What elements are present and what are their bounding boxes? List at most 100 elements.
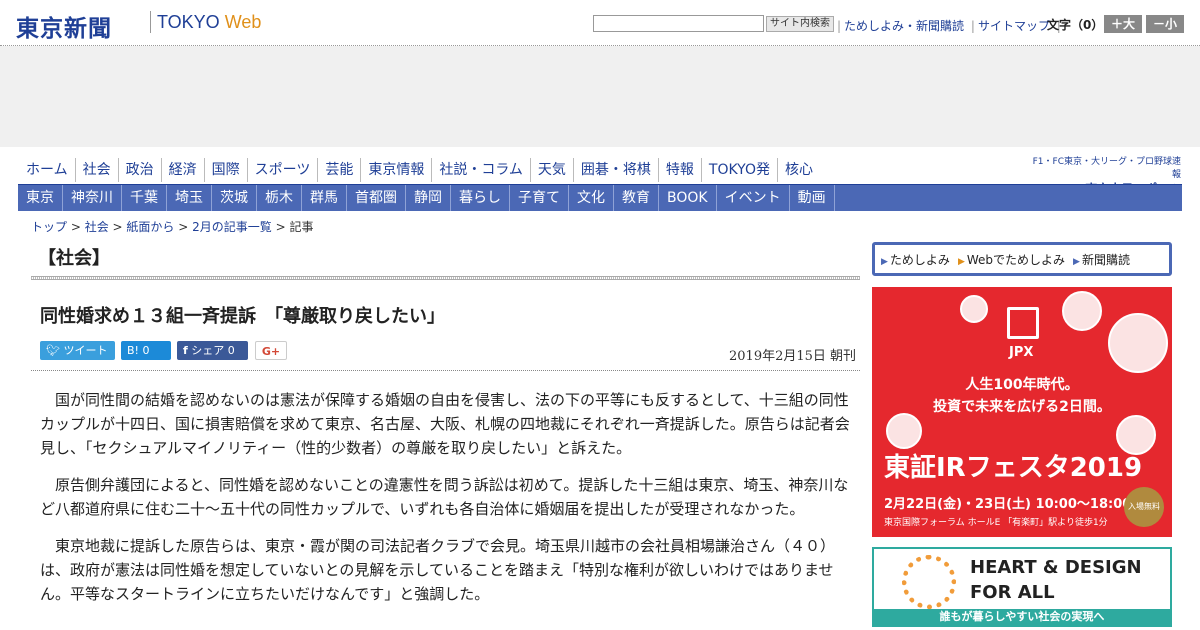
logo-tokyo-web[interactable]: TOKYO Web	[157, 12, 261, 33]
logo-en-accent: Web	[224, 12, 262, 32]
tweet-button[interactable]: 🐦︎ ツイート	[40, 341, 115, 360]
sitemap-link[interactable]: サイトマップ	[978, 19, 1050, 33]
google-plus-button[interactable]: G+	[255, 341, 287, 360]
nav-society[interactable]: 社会	[74, 158, 118, 182]
nav-economy[interactable]: 経済	[160, 158, 204, 182]
subscription-links: ▶ ためしよみ ▶ Webでためしよみ ▶ 新聞購読	[872, 242, 1172, 276]
jpx-brand: JPX	[1009, 345, 1034, 360]
web-trial-read-label: Webでためしよみ	[966, 252, 1066, 267]
ad-venue: 東京国際フォーラム ホールE 「有楽町」駅より徒歩1分	[884, 518, 1108, 528]
article-paragraph: 原告側弁護団によると、同性婚を認めないことの違憲性を問う訴訟は初めて。提訴した十…	[40, 476, 849, 518]
nav2-shutoken[interactable]: 首都圏	[347, 185, 406, 211]
nav2-event[interactable]: イベント	[717, 185, 790, 211]
hatena-bookmark-button[interactable]: B! 0	[121, 341, 171, 360]
nav-tokuho[interactable]: 特報	[657, 158, 701, 182]
ad-dates: 2月22日(金)・23日(土) 10:00～18:00	[884, 497, 1132, 512]
ad-person-photo	[886, 413, 922, 449]
free-entry-badge: 入場無料	[1124, 487, 1164, 527]
breadcrumb-sep: >	[271, 220, 290, 234]
top-ad-area	[0, 46, 1200, 147]
facebook-icon: f	[183, 344, 188, 357]
nav-kakushin[interactable]: 核心	[776, 158, 820, 182]
logo-tokyo-shimbun[interactable]: 東京新聞	[16, 9, 112, 43]
logo-en-main: TOKYO	[157, 12, 225, 32]
nav-tokyo-info[interactable]: 東京情報	[360, 158, 431, 182]
nav2-kurashi[interactable]: 暮らし	[451, 185, 510, 211]
twitter-bird-icon: 🐦︎	[46, 344, 60, 357]
jpx-ir-festa-ad[interactable]: JPX 人生100年時代。 投資で未来を広げる2日間。 東証IRフェスタ2019…	[872, 287, 1172, 537]
nav2-video[interactable]: 動画	[790, 185, 835, 211]
nav-international[interactable]: 国際	[203, 158, 247, 182]
heart-design-logo-icon	[902, 555, 956, 609]
subscribe-link[interactable]: ▶ 新聞購読	[1073, 251, 1130, 268]
nav-sports[interactable]: スポーツ	[246, 158, 318, 182]
article-paragraph: 国が同性間の結婚を認めないのは憲法が保障する婚姻の自由を侵害し、法の下の平等にも…	[40, 391, 850, 457]
breadcrumb-top[interactable]: トップ	[31, 220, 67, 234]
font-larger-button[interactable]: ＋大	[1104, 15, 1142, 33]
nav2-shizuoka[interactable]: 静岡	[406, 185, 451, 211]
nav2-book[interactable]: BOOK	[659, 185, 717, 211]
nav-weather[interactable]: 天気	[529, 158, 573, 182]
trial-read-label: ためしよみ	[889, 252, 950, 267]
heart-design-line3: 誰もが暮らしやすい社会の実現へ	[874, 609, 1170, 625]
article-body: 国が同性間の結婚を認めないのは憲法が保障する婚姻の自由を侵害し、法の下の平等にも…	[40, 388, 850, 619]
heart-design-ad[interactable]: HEART & DESIGN FOR ALL 誰もが暮らしやすい社会の実現へ	[872, 547, 1172, 627]
logo-divider	[150, 11, 151, 33]
section-title: 【社会】	[38, 248, 110, 269]
breadcrumb-sep: >	[108, 220, 127, 234]
font-size-label: 文字（0）	[1047, 18, 1104, 32]
breadcrumb-society[interactable]: 社会	[85, 220, 109, 234]
tweet-label: ツイート	[63, 344, 108, 357]
ad-tagline-2: 投資で未来を広げる2日間。	[933, 399, 1111, 415]
primary-nav: ホーム 社会 政治 経済 国際 スポーツ 芸能 東京情報 社説・コラム 天気 囲…	[18, 158, 820, 182]
nav-go-shogi[interactable]: 囲碁・将棋	[572, 158, 658, 182]
nav2-ibaraki[interactable]: 茨城	[212, 185, 257, 211]
trial-subscribe-link[interactable]: ためしよみ・新聞購読	[844, 19, 964, 33]
web-trial-read-link[interactable]: ▶ Webでためしよみ	[958, 251, 1065, 268]
breadcrumb-current: 記事	[289, 220, 314, 234]
nav2-chiba[interactable]: 千葉	[122, 185, 167, 211]
link-separator: |	[970, 19, 975, 33]
ad-title: 東証IRフェスタ2019	[884, 453, 1143, 483]
arrow-right-icon: ▶	[1073, 256, 1080, 267]
article-date: 2019年2月15日 朝刊	[729, 349, 857, 364]
nav-home[interactable]: ホーム	[18, 158, 75, 182]
nav2-tokyo[interactable]: 東京	[18, 185, 63, 211]
heart-design-line2: FOR ALL	[970, 582, 1055, 603]
arrow-right-icon: ▶	[957, 256, 965, 267]
nav2-gunma[interactable]: 群馬	[302, 185, 347, 211]
nav-politics[interactable]: 政治	[117, 158, 161, 182]
ad-person-photo	[1062, 291, 1102, 331]
nav-editorial[interactable]: 社説・コラム	[431, 158, 530, 182]
section-divider	[31, 276, 860, 280]
trial-read-link[interactable]: ▶ ためしよみ	[881, 251, 950, 268]
ad-tagline-1: 人生100年時代。	[965, 377, 1079, 393]
nav-entertainment[interactable]: 芸能	[317, 158, 360, 182]
breadcrumb-feb-list[interactable]: 2月の記事一覧	[192, 220, 272, 234]
site-search-input[interactable]	[593, 15, 764, 32]
secondary-nav: 東京 神奈川 千葉 埼玉 茨城 栃木 群馬 首都圏 静岡 暮らし 子育て 文化 …	[18, 185, 1182, 211]
jpx-logo-icon	[1007, 307, 1039, 339]
site-header: 東京新聞 TOKYO Web サイト内検索 | ためしよみ・新聞購読 | サイトマッ…	[0, 0, 1200, 46]
breadcrumb-print[interactable]: 紙面から	[126, 220, 174, 234]
ad-person-photo	[960, 295, 988, 323]
nav2-kanagawa[interactable]: 神奈川	[63, 185, 122, 211]
article-paragraph: 東京地裁に提訴した原告らは、東京・霞が関の司法記者クラブで会見。埼玉県川越市の会…	[40, 537, 836, 603]
site-search-button[interactable]: サイト内検索	[766, 16, 834, 32]
breadcrumb-sep: >	[174, 220, 193, 234]
link-separator: |	[837, 19, 842, 33]
nav2-saitama[interactable]: 埼玉	[167, 185, 212, 211]
font-smaller-button[interactable]: －小	[1146, 15, 1184, 33]
article-divider	[31, 370, 860, 371]
nav2-kosodate[interactable]: 子育て	[510, 185, 569, 211]
breadcrumb: トップ > 社会 > 紙面から > 2月の記事一覧 > 記事	[31, 218, 313, 235]
nav2-culture[interactable]: 文化	[569, 185, 614, 211]
nav-tokyo-hatsu[interactable]: TOKYO発	[700, 158, 777, 182]
nav2-tochigi[interactable]: 栃木	[257, 185, 302, 211]
chunichi-line1: F1・FC東京・大リーグ・プロ野球速報	[1032, 157, 1181, 180]
nav2-education[interactable]: 教育	[614, 185, 659, 211]
article-headline: 同性婚求め１３組一斉提訴 「尊厳取り戻したい」	[40, 306, 445, 327]
facebook-share-button[interactable]: f シェア 0	[177, 341, 248, 360]
arrow-right-icon: ▶	[881, 256, 888, 267]
header-links: | ためしよみ・新聞購読 | サイトマップ |	[834, 17, 1064, 34]
